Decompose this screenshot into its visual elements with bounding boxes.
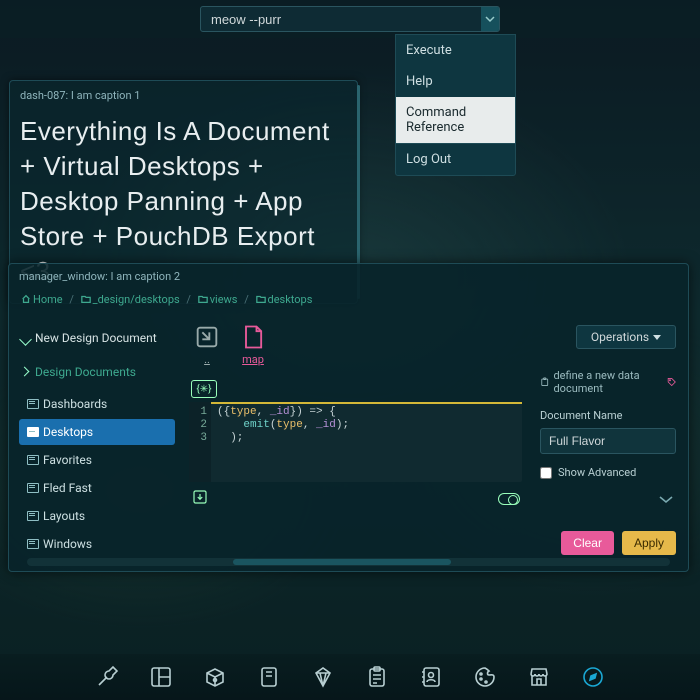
window2-caption: manager_window: I am caption 2 <box>9 264 688 289</box>
define-hint: define a new data document <box>540 369 676 395</box>
collapse-chevron[interactable] <box>656 493 676 505</box>
folder-icon <box>198 294 208 304</box>
doc-name-field[interactable] <box>540 428 676 454</box>
dock-store[interactable] <box>526 664 552 690</box>
download-icon <box>191 488 209 506</box>
new-design-document[interactable]: New Design Document <box>15 321 179 355</box>
show-advanced[interactable]: Show Advanced <box>540 466 676 479</box>
clear-button[interactable]: Clear <box>561 531 614 555</box>
palette-icon <box>473 665 497 689</box>
crumb-home[interactable]: Home <box>33 293 63 306</box>
manager-window: manager_window: I am caption 2 Home / _d… <box>8 263 689 572</box>
folder-icon <box>256 294 266 304</box>
function-badge: {✳} <box>191 380 217 398</box>
file-icon <box>239 323 267 351</box>
toggle-switch[interactable] <box>498 493 520 505</box>
sidebar-item-desktops[interactable]: Desktops <box>19 419 175 445</box>
dock-book[interactable] <box>256 664 282 690</box>
dock-panels[interactable] <box>148 664 174 690</box>
h-scrollbar[interactable] <box>27 558 670 566</box>
sidebar-item-windows[interactable]: Windows <box>19 531 175 557</box>
code-editor[interactable]: 123 ({type, _id}) => { emit(type, _id); … <box>189 402 522 482</box>
sidebar-item-layouts[interactable]: Layouts <box>19 503 175 529</box>
apply-button[interactable]: Apply <box>622 531 676 555</box>
command-input[interactable] <box>201 7 481 31</box>
store-icon <box>527 665 551 689</box>
doc-name-label: Document Name <box>540 409 676 422</box>
command-bar[interactable] <box>200 6 500 32</box>
menu-execute[interactable]: Execute <box>396 35 515 66</box>
package-icon <box>203 665 227 689</box>
show-advanced-checkbox[interactable] <box>540 467 552 479</box>
breadcrumb: Home / _design/desktops / views / deskto… <box>9 289 688 315</box>
dock-palette[interactable] <box>472 664 498 690</box>
clipboard-icon <box>540 376 549 388</box>
tag-icon <box>667 376 676 388</box>
compass-icon <box>581 665 605 689</box>
panels-icon <box>149 665 173 689</box>
pointer-icon <box>193 323 221 351</box>
tab-alt-label: .. <box>193 353 221 366</box>
dock-clipboard[interactable] <box>364 664 390 690</box>
menu-command-reference[interactable]: Command Reference <box>396 97 515 143</box>
command-dropdown: Execute Help Command Reference Log Out <box>395 34 516 176</box>
dock-package[interactable] <box>202 664 228 690</box>
command-dropdown-toggle[interactable] <box>481 7 499 31</box>
properties-panel: Operations define a new data document Do… <box>528 315 688 567</box>
window1-caption: dash-087: I am caption 1 <box>10 81 357 106</box>
crumb-desktops[interactable]: desktops <box>268 293 313 306</box>
folder-icon <box>81 294 91 304</box>
gutter: 123 <box>189 402 211 482</box>
crumb-design[interactable]: _design/desktops <box>93 293 180 306</box>
menu-logout[interactable]: Log Out <box>396 143 515 175</box>
diamond-icon <box>311 665 335 689</box>
code-text: ({type, _id}) => { emit(type, _id); ); <box>211 402 522 445</box>
doc-name-input[interactable] <box>541 429 700 453</box>
tab-map[interactable]: map <box>239 323 267 366</box>
wrench-icon <box>95 665 119 689</box>
download-button[interactable] <box>191 488 209 510</box>
dock-contacts[interactable] <box>418 664 444 690</box>
dock <box>0 654 700 700</box>
tab-map-label: map <box>239 353 267 366</box>
home-icon <box>21 294 31 304</box>
sidebar-item-favorites[interactable]: Favorites <box>19 447 175 473</box>
book-icon <box>257 665 281 689</box>
sidebar-item-fled-fast[interactable]: Fled Fast <box>19 475 175 501</box>
menu-help[interactable]: Help <box>396 66 515 97</box>
dock-diamond[interactable] <box>310 664 336 690</box>
chevron-down-icon <box>485 14 495 24</box>
design-documents-header[interactable]: Design Documents <box>15 355 179 389</box>
tab-alt[interactable]: .. <box>193 323 221 366</box>
chevron-down-icon <box>656 493 676 505</box>
clipboard-icon <box>365 665 389 689</box>
contacts-icon <box>419 665 443 689</box>
sidebar-item-dashboards[interactable]: Dashboards <box>19 391 175 417</box>
sidebar: New Design Document Design Documents Das… <box>9 315 183 567</box>
operations-button[interactable]: Operations <box>576 325 676 349</box>
dock-compass[interactable] <box>580 664 606 690</box>
dock-wrench[interactable] <box>94 664 120 690</box>
editor-pane: .. map {✳} 123 ({type, _id}) => { emit(t… <box>183 315 528 567</box>
crumb-views[interactable]: views <box>210 293 238 306</box>
